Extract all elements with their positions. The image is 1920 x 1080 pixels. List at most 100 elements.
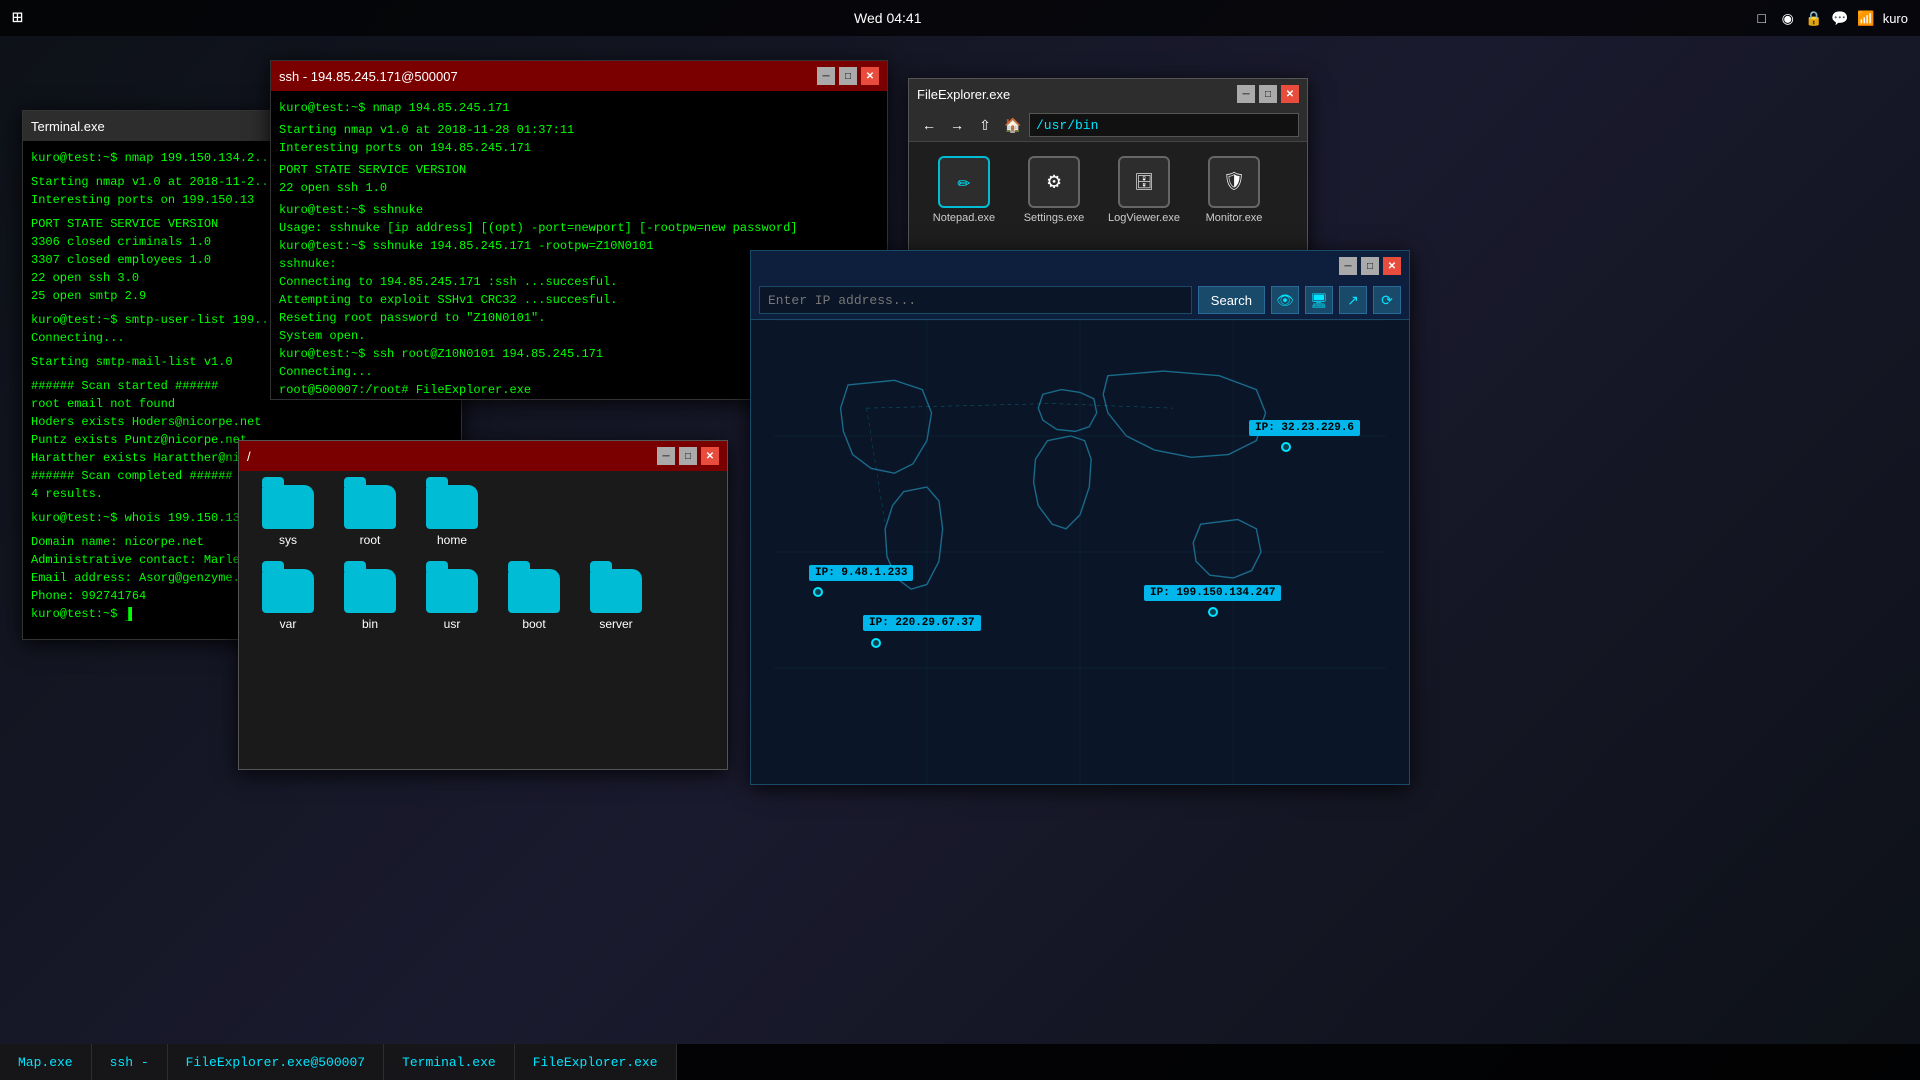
app-settings[interactable]: ⚙ Settings.exe — [1019, 156, 1089, 224]
ssh-title: ssh - 194.85.245.171@500007 — [279, 69, 458, 84]
folder-server-icon — [590, 569, 642, 613]
folder-home[interactable]: home — [417, 485, 487, 547]
monitor-icon: 🛡 — [1208, 156, 1260, 208]
map-maximize[interactable]: □ — [1361, 257, 1379, 275]
taskbar-fileexp-exe[interactable]: FileExplorer.exe — [515, 1044, 677, 1080]
fileexp-large-titlebar[interactable]: FileExplorer.exe ─ □ ✕ — [909, 79, 1307, 109]
folder-usr-label: usr — [444, 617, 461, 631]
map-ip-input[interactable] — [759, 286, 1192, 314]
ssh-line: 22 open ssh 1.0 — [279, 179, 879, 197]
fileexp-small-title: / — [247, 449, 251, 464]
system-tray: □ ◉ 🔒 💬 📶 kuro — [1753, 9, 1908, 27]
logviewer-label: LogViewer.exe — [1108, 212, 1180, 224]
notepad-label: Notepad.exe — [933, 212, 995, 224]
fileexp-small-body: sys root home var — [239, 471, 727, 769]
folder-root-label: root — [360, 533, 381, 547]
folder-var-icon — [262, 569, 314, 613]
ssh-minimize[interactable]: ─ — [817, 67, 835, 85]
taskbar-map-exe[interactable]: Map.exe — [0, 1044, 92, 1080]
ip-dot-2 — [813, 587, 823, 597]
folder-var[interactable]: var — [253, 569, 323, 631]
map-window: ─ □ ✕ Search 👁 🖥 ↗ ⟳ — [750, 250, 1410, 785]
map-search-button[interactable]: Search — [1198, 286, 1265, 314]
circle-icon: ◉ — [1779, 9, 1797, 27]
fileexp-large-window: FileExplorer.exe ─ □ ✕ ← → ⇧ 🏠 ✏ Notepad… — [908, 78, 1308, 278]
terminal-title: Terminal.exe — [31, 119, 105, 134]
logviewer-icon: 🗄 — [1118, 156, 1170, 208]
folder-root-icon — [344, 485, 396, 529]
folder-boot[interactable]: boot — [499, 569, 569, 631]
folder-sys-label: sys — [279, 533, 297, 547]
folder-bin-icon — [344, 569, 396, 613]
folder-bin[interactable]: bin — [335, 569, 405, 631]
ip-badge-3: IP: 220.29.67.37 — [863, 615, 981, 631]
folder-var-label: var — [280, 617, 297, 631]
folder-server[interactable]: server — [581, 569, 651, 631]
terminal-line: Hoders exists Hoders@nicorpe.net — [31, 413, 453, 431]
folder-boot-icon — [508, 569, 560, 613]
map-share-icon-btn[interactable]: ↗ — [1339, 286, 1367, 314]
folder-home-icon — [426, 485, 478, 529]
fileexp-large-close[interactable]: ✕ — [1281, 85, 1299, 103]
taskbar-bottom: Map.exe ssh - FileExplorer.exe@500007 Te… — [0, 1044, 1920, 1080]
notepad-icon: ✏ — [938, 156, 990, 208]
lock-icon: 🔒 — [1805, 9, 1823, 27]
fileexp-large-minimize[interactable]: ─ — [1237, 85, 1255, 103]
fileexp-large-toolbar: ← → ⇧ 🏠 — [909, 109, 1307, 142]
fileexp-large-title: FileExplorer.exe — [917, 87, 1010, 102]
taskbar-top: ⊞ Wed 04:41 □ ◉ 🔒 💬 📶 kuro — [0, 0, 1920, 36]
map-titlebar[interactable]: ─ □ ✕ — [751, 251, 1409, 281]
folder-usr[interactable]: usr — [417, 569, 487, 631]
fileexp-small-close[interactable]: ✕ — [701, 447, 719, 465]
fileexp-small-content: sys root home var — [239, 471, 727, 769]
path-input[interactable] — [1029, 113, 1299, 137]
app-notepad[interactable]: ✏ Notepad.exe — [929, 156, 999, 224]
ip-dot-4 — [1208, 607, 1218, 617]
taskbar-ssh-exe[interactable]: ssh - — [92, 1044, 168, 1080]
map-view-icon-btn[interactable]: 👁 — [1271, 286, 1299, 314]
ssh-line: kuro@test:~$ sshnuke — [279, 201, 879, 219]
ssh-titlebar[interactable]: ssh - 194.85.245.171@500007 ─ □ ✕ — [271, 61, 887, 91]
ssh-maximize[interactable]: □ — [839, 67, 857, 85]
ip-dot-1 — [1281, 442, 1291, 452]
ip-badge-2: IP: 9.48.1.233 — [809, 565, 913, 581]
folder-home-label: home — [437, 533, 467, 547]
ip-badge-1: IP: 32.23.229.6 — [1249, 420, 1360, 436]
fileexp-large-controls: ─ □ ✕ — [1237, 85, 1299, 103]
fileexp-small-titlebar[interactable]: / ─ □ ✕ — [239, 441, 727, 471]
folder-bin-label: bin — [362, 617, 378, 631]
wifi-icon: 📶 — [1857, 9, 1875, 27]
nav-forward-button[interactable]: → — [945, 113, 969, 137]
ssh-close[interactable]: ✕ — [861, 67, 879, 85]
taskbar-terminal-exe[interactable]: Terminal.exe — [384, 1044, 515, 1080]
folder-root[interactable]: root — [335, 485, 405, 547]
app-logviewer[interactable]: 🗄 LogViewer.exe — [1109, 156, 1179, 224]
app-monitor[interactable]: 🛡 Monitor.exe — [1199, 156, 1269, 224]
map-controls: ─ □ ✕ — [1339, 257, 1401, 275]
folder-sys-icon — [262, 485, 314, 529]
chat-icon: 💬 — [1831, 9, 1849, 27]
map-close[interactable]: ✕ — [1383, 257, 1401, 275]
map-content: IP: 32.23.229.6 IP: 9.48.1.233 IP: 220.2… — [751, 320, 1409, 784]
fileexp-small-minimize[interactable]: ─ — [657, 447, 675, 465]
map-refresh-icon-btn[interactable]: ⟳ — [1373, 286, 1401, 314]
fileexp-small-maximize[interactable]: □ — [679, 447, 697, 465]
map-toolbar: Search 👁 🖥 ↗ ⟳ — [751, 281, 1409, 320]
fileexp-large-maximize[interactable]: □ — [1259, 85, 1277, 103]
desktop: ⊞ Wed 04:41 □ ◉ 🔒 💬 📶 kuro Terminal.exe … — [0, 0, 1920, 1080]
map-minimize[interactable]: ─ — [1339, 257, 1357, 275]
folder-boot-label: boot — [522, 617, 545, 631]
taskbar-fileexp-500007[interactable]: FileExplorer.exe@500007 — [168, 1044, 384, 1080]
apps-grid-icon[interactable]: ⊞ — [12, 7, 23, 29]
ssh-line: kuro@test:~$ nmap 194.85.245.171 — [279, 99, 879, 117]
folder-sys[interactable]: sys — [253, 485, 323, 547]
nav-back-button[interactable]: ← — [917, 113, 941, 137]
fileexp-small-controls: ─ □ ✕ — [657, 447, 719, 465]
nav-home-button[interactable]: 🏠 — [1001, 113, 1025, 137]
fileexp-small-grid-row1: sys root home — [249, 481, 717, 551]
folder-server-label: server — [599, 617, 632, 631]
fileexp-small-grid-row2: var bin usr boot — [249, 565, 717, 635]
ip-badge-4: IP: 199.150.134.247 — [1144, 585, 1281, 601]
nav-up-button[interactable]: ⇧ — [973, 113, 997, 137]
map-screen-icon-btn[interactable]: 🖥 — [1305, 286, 1333, 314]
